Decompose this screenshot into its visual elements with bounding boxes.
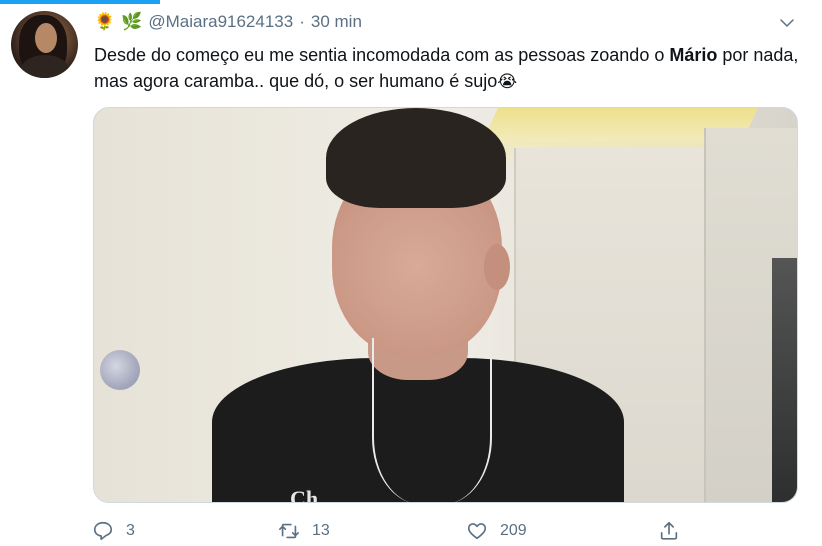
tweet-header: 🌻 🌿 @Maiara91624133 · 30 min — [94, 10, 362, 34]
like-count: 209 — [500, 522, 527, 539]
earbud-cable — [372, 338, 492, 502]
shirt-logo: Ch — [290, 486, 319, 503]
heart-icon — [467, 523, 487, 540]
person-ear — [484, 244, 510, 290]
user-handle[interactable]: @Maiara91624133 — [148, 12, 293, 32]
tweet[interactable]: 🌻 🌿 @Maiara91624133 · 30 min Desde do co… — [0, 0, 822, 546]
tweet-text-part-1: Desde do começo eu me sentia incomodada … — [94, 45, 670, 65]
reply-icon — [93, 521, 113, 541]
like-button[interactable]: 209 — [466, 518, 527, 544]
sunflower-emoji: 🌻 — [94, 11, 116, 32]
separator-dot: · — [299, 12, 305, 31]
wall-dial — [100, 350, 140, 390]
avatar-face — [35, 23, 57, 53]
retweet-count: 13 — [312, 522, 330, 539]
person-hair — [326, 108, 506, 208]
retweet-button[interactable]: 13 — [278, 518, 330, 544]
tweet-actions: 3 13 209 — [92, 518, 712, 544]
share-button[interactable] — [658, 518, 680, 544]
reply-button[interactable]: 3 — [92, 518, 135, 544]
tweet-text: Desde do começo eu me sentia incomodada … — [94, 42, 804, 94]
avatar[interactable] — [11, 11, 78, 78]
reply-count: 3 — [126, 522, 135, 539]
chevron-down-icon[interactable] — [778, 14, 796, 32]
appliance-edge — [772, 258, 797, 502]
tweet-timestamp[interactable]: 30 min — [311, 12, 362, 32]
avatar-shoulder — [21, 55, 69, 78]
herb-emoji: 🌿 — [121, 11, 143, 32]
retweet-icon — [279, 523, 299, 539]
tweet-text-bold: Mário — [669, 45, 718, 65]
crying-emoji: 😭 — [497, 72, 518, 92]
tweet-media-video[interactable]: Ch — [93, 107, 798, 503]
share-icon — [660, 521, 678, 540]
